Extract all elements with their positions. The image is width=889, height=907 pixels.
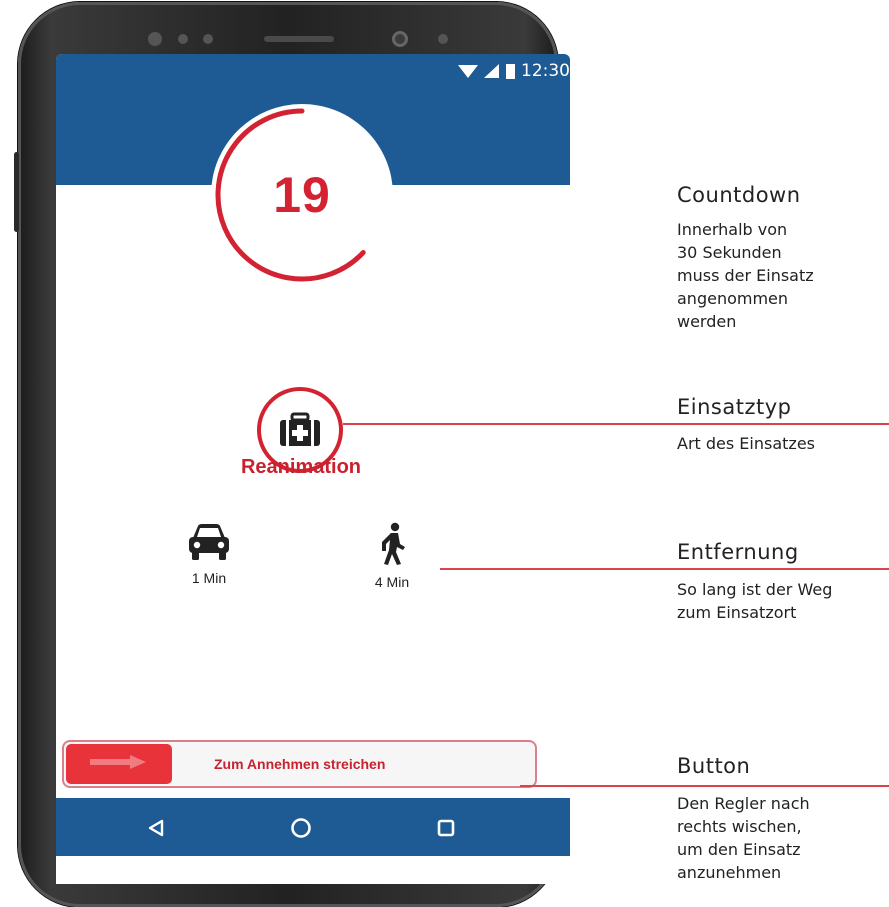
wifi-icon xyxy=(458,63,478,79)
walking-person-icon xyxy=(374,522,410,570)
car-icon xyxy=(187,524,231,566)
countdown-value: 19 xyxy=(273,167,331,223)
battery-icon xyxy=(506,63,515,79)
annotation-line: So lang ist der Weg xyxy=(677,580,833,599)
car-time-label: 1 Min xyxy=(191,570,227,586)
annotation-line: anzunehmen xyxy=(677,863,782,882)
accept-swipe-slider[interactable]: Zum Annehmen streichen xyxy=(62,740,537,788)
front-sensor-icon xyxy=(203,34,213,44)
front-camera-icon xyxy=(392,31,408,47)
slider-handle[interactable] xyxy=(66,744,172,784)
incident-type-label: Reanimation xyxy=(240,456,362,478)
front-sensor-icon xyxy=(178,34,188,44)
phone-side-button-left xyxy=(14,152,19,232)
annotation-line: werden xyxy=(677,312,737,331)
annotation-line: muss der Einsatz xyxy=(677,266,814,285)
phone-frame: 12:30 19 Reanimation 1 Min 4 Min Zum Ann… xyxy=(14,2,570,907)
annotation-line: rechts wischen, xyxy=(677,817,802,836)
distance-car: 1 Min xyxy=(164,522,254,586)
recents-square-icon[interactable] xyxy=(426,808,466,848)
annotation-line: angenommen xyxy=(677,289,789,308)
annotation-type-title: Einsatztyp xyxy=(677,395,792,419)
distance-walk: 4 Min xyxy=(347,522,437,590)
front-sensor-icon xyxy=(148,32,162,46)
annotation-line: Innerhalb von xyxy=(677,220,788,239)
arrow-right-icon xyxy=(90,754,148,774)
annotation-distance-title: Entfernung xyxy=(677,540,799,564)
home-circle-icon[interactable] xyxy=(281,808,321,848)
status-time: 12:30 xyxy=(521,61,570,81)
callout-line-button xyxy=(520,785,889,787)
annotation-button-desc: Den Regler nach rechts wischen, um den E… xyxy=(677,792,810,884)
annotation-line: Den Regler nach xyxy=(677,794,810,813)
back-triangle-icon[interactable] xyxy=(136,808,176,848)
annotation-type-desc: Art des Einsatzes xyxy=(677,432,815,455)
earpiece-speaker xyxy=(264,36,334,42)
front-sensor-icon xyxy=(438,34,448,44)
countdown-timer: 19 xyxy=(211,104,393,286)
annotation-button-title: Button xyxy=(677,754,751,778)
annotation-distance-desc: So lang ist der Weg zum Einsatzort xyxy=(677,578,832,624)
callout-line-distance xyxy=(440,568,889,570)
callout-line-type xyxy=(343,423,889,425)
annotation-line: um den Einsatz xyxy=(677,840,801,859)
signal-icon xyxy=(484,63,500,79)
walk-time-label: 4 Min xyxy=(374,574,410,590)
slider-label: Zum Annehmen streichen xyxy=(214,756,386,772)
annotation-line: 30 Sekunden xyxy=(677,243,782,262)
annotation-line: Art des Einsatzes xyxy=(677,434,815,453)
status-bar: 12:30 xyxy=(458,58,570,84)
annotation-countdown-title: Countdown xyxy=(677,183,801,207)
app-screen: 12:30 19 Reanimation 1 Min 4 Min Zum Ann… xyxy=(56,54,570,884)
annotation-countdown-desc: Innerhalb von 30 Sekunden muss der Einsa… xyxy=(677,218,814,333)
annotation-line: zum Einsatzort xyxy=(677,603,797,622)
android-navbar xyxy=(56,798,570,856)
